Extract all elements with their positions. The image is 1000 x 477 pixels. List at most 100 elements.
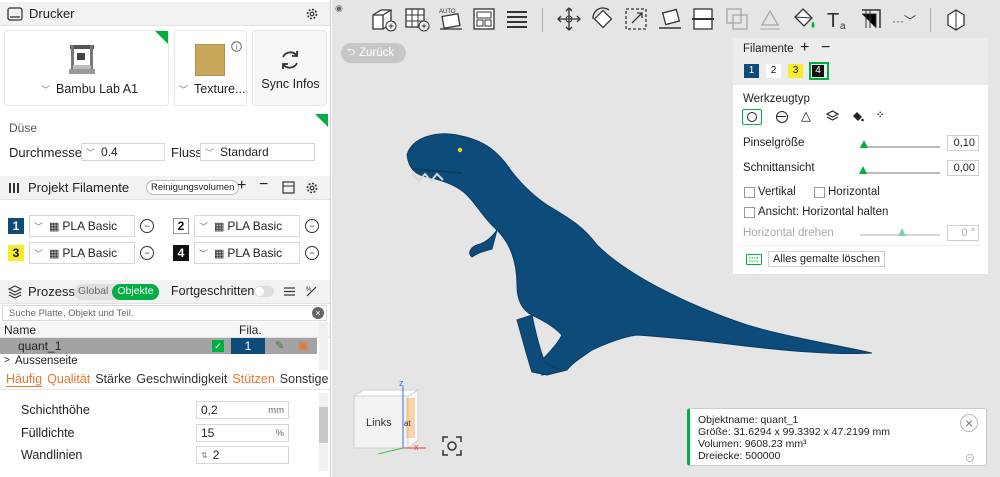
plate-card[interactable]: i ﹀ Texture... (174, 30, 247, 106)
triangle-tool-icon[interactable]: △ (801, 108, 811, 124)
filament-edit-icon[interactable]: − (305, 219, 319, 233)
objects-option[interactable]: Objekte (112, 284, 159, 300)
brush-size-slider[interactable] (860, 146, 940, 148)
table-row-part[interactable]: > Aussenseite (0, 355, 317, 369)
clear-painting-button[interactable]: Alles gemalte löschen (768, 251, 886, 267)
object-volume-line: Volumen: 9608.23 mm³ (698, 438, 807, 450)
tab-haeufig[interactable]: Häufig (6, 372, 42, 386)
keyboard-icon[interactable] (746, 254, 762, 265)
axis-z-label: z (399, 378, 404, 388)
text-tool-icon[interactable]: Ta (823, 4, 853, 34)
3d-viewport[interactable]: ◉ AUTO Ta ···﹀ ⮌ Zurück Links at z x Fil… (332, 0, 1000, 477)
layer-height-input[interactable]: 0,2 mm (196, 401, 289, 419)
add-filament-icon[interactable]: + (237, 177, 246, 195)
section-view-input[interactable]: 0,00 (947, 160, 979, 176)
settings-scrollbar[interactable] (319, 393, 328, 471)
filament-slot-1[interactable]: 1 ﹀ ▦ PLA Basic − (8, 215, 154, 237)
object-checkbox[interactable]: ✓ (212, 340, 224, 352)
paint-filament-2[interactable]: 2 (766, 64, 781, 78)
brush-size-input[interactable]: 0,10 (947, 135, 979, 151)
add-filament-icon[interactable]: + (800, 39, 809, 57)
paint-brush-icon[interactable]: ✎ (275, 339, 284, 352)
eye-icon[interactable]: ◉ (335, 3, 343, 14)
gap-fill-tool-icon[interactable]: ⁘ (876, 110, 884, 121)
tab-staerke[interactable]: Stärke (95, 372, 131, 386)
tab-qualitaet[interactable]: Qualität (47, 372, 90, 386)
sync-filament-icon[interactable] (282, 181, 295, 194)
tab-geschwindigkeit[interactable]: Geschwindigkeit (136, 372, 227, 386)
clear-search-icon[interactable]: × (312, 307, 324, 319)
filament-edit-icon[interactable]: − (140, 246, 154, 260)
remove-filament-icon[interactable]: − (259, 176, 268, 194)
remove-filament-icon[interactable]: − (821, 39, 830, 57)
sync-infos-button[interactable]: Sync Infos (252, 30, 327, 106)
close-info-icon[interactable]: × (960, 414, 978, 432)
wall-loops-stepper[interactable]: ⇅ 2 (196, 446, 289, 464)
paint-filament-3[interactable]: 3 (788, 64, 803, 78)
filament-slot-3[interactable]: 3 ﹀ ▦ PLA Basic − (8, 242, 154, 264)
section-view-knob[interactable] (859, 166, 867, 174)
add-plate-icon[interactable] (402, 4, 432, 34)
paint-filament-4-selected[interactable]: 4 (809, 62, 829, 80)
table-row-object[interactable]: quant_1 ✓ 1 ✎ ▣ (0, 338, 317, 354)
filament-number-badge: 3 (8, 245, 24, 261)
filament-color-swatch-icon: ▦ (214, 220, 225, 233)
vertical-checkbox[interactable] (744, 187, 755, 198)
brush-size-knob[interactable] (860, 140, 868, 148)
infill-density-input[interactable]: 15% (196, 424, 289, 442)
list-icon[interactable] (283, 285, 296, 298)
filament-settings-icon[interactable] (305, 181, 319, 195)
tab-stuetzen[interactable]: Stützen (232, 372, 274, 386)
back-button[interactable]: ⮌ Zurück (341, 43, 406, 63)
cut-icon[interactable] (688, 4, 718, 34)
arrange-icon[interactable] (469, 4, 499, 34)
auto-orient-icon[interactable]: AUTO (436, 4, 466, 34)
add-cube-icon[interactable] (368, 4, 398, 34)
boolean-icon[interactable] (722, 4, 752, 34)
printer-card[interactable]: ﹀ Bambu Lab A1 (4, 30, 169, 106)
move-icon[interactable] (554, 4, 584, 34)
scale-icon[interactable] (621, 4, 651, 34)
flow-select[interactable]: ﹀ Standard (200, 143, 315, 161)
lay-on-face-icon[interactable] (655, 4, 685, 34)
object-search-input[interactable]: Suche Platte, Objekt und Teil. × (2, 305, 327, 321)
keep-horizontal-checkbox[interactable] (744, 207, 755, 218)
horizontal-checkbox[interactable] (814, 187, 825, 198)
tab-sonstige[interactable]: Sonstige (280, 372, 329, 386)
diameter-label: Durchmesser (9, 145, 87, 160)
info-icon[interactable]: i (231, 41, 242, 52)
lock-icon[interactable]: ▣ (298, 339, 308, 352)
purge-volume-button[interactable]: Reinigungsvolumen (146, 180, 240, 195)
table-scrollbar[interactable] (319, 322, 328, 370)
filament-edit-icon[interactable]: − (305, 246, 319, 260)
global-objects-toggle[interactable]: Global Objekte (74, 284, 159, 300)
rotate-icon[interactable] (588, 4, 618, 34)
assembly-view-icon[interactable] (941, 4, 971, 34)
expand-chevron-icon[interactable]: > (4, 355, 10, 366)
gear-icon[interactable] (305, 7, 319, 21)
rotate-horizontal-input[interactable]: 0 ° (947, 225, 979, 241)
camera-reset-icon[interactable] (440, 434, 464, 458)
paint-filament-1[interactable]: 1 (744, 64, 759, 78)
more-tools-icon[interactable]: ···﹀ (892, 12, 916, 29)
color-paint-icon[interactable] (789, 4, 819, 34)
global-option[interactable]: Global (74, 284, 112, 300)
filament-slot-2[interactable]: 2 ﹀ ▦ PLA Basic − (173, 215, 319, 237)
measure-icon[interactable] (856, 4, 886, 34)
advanced-toggle[interactable] (254, 286, 274, 297)
compare-icon[interactable]: % (305, 285, 318, 298)
object-filament-badge[interactable]: 1 (231, 338, 265, 354)
filament-edit-icon[interactable]: − (140, 219, 154, 233)
filament-slot-4[interactable]: 4 ﹀ ▦ PLA Basic − (173, 242, 319, 264)
circle-tool[interactable] (742, 109, 762, 125)
section-view-slider[interactable] (860, 172, 940, 174)
slice-plate-icon[interactable] (502, 4, 532, 34)
sphere-tool-icon[interactable] (776, 111, 788, 123)
stepper-icon[interactable]: ⇅ (201, 451, 208, 460)
rotate-horizontal-knob[interactable] (898, 228, 906, 236)
collapse-info-icon[interactable]: – (966, 454, 974, 462)
height-range-tool-icon[interactable] (826, 110, 839, 123)
support-paint-icon[interactable] (755, 4, 785, 34)
diameter-select[interactable]: ﹀ 0.4 (81, 143, 165, 161)
fill-bucket-tool-icon[interactable] (851, 110, 864, 123)
